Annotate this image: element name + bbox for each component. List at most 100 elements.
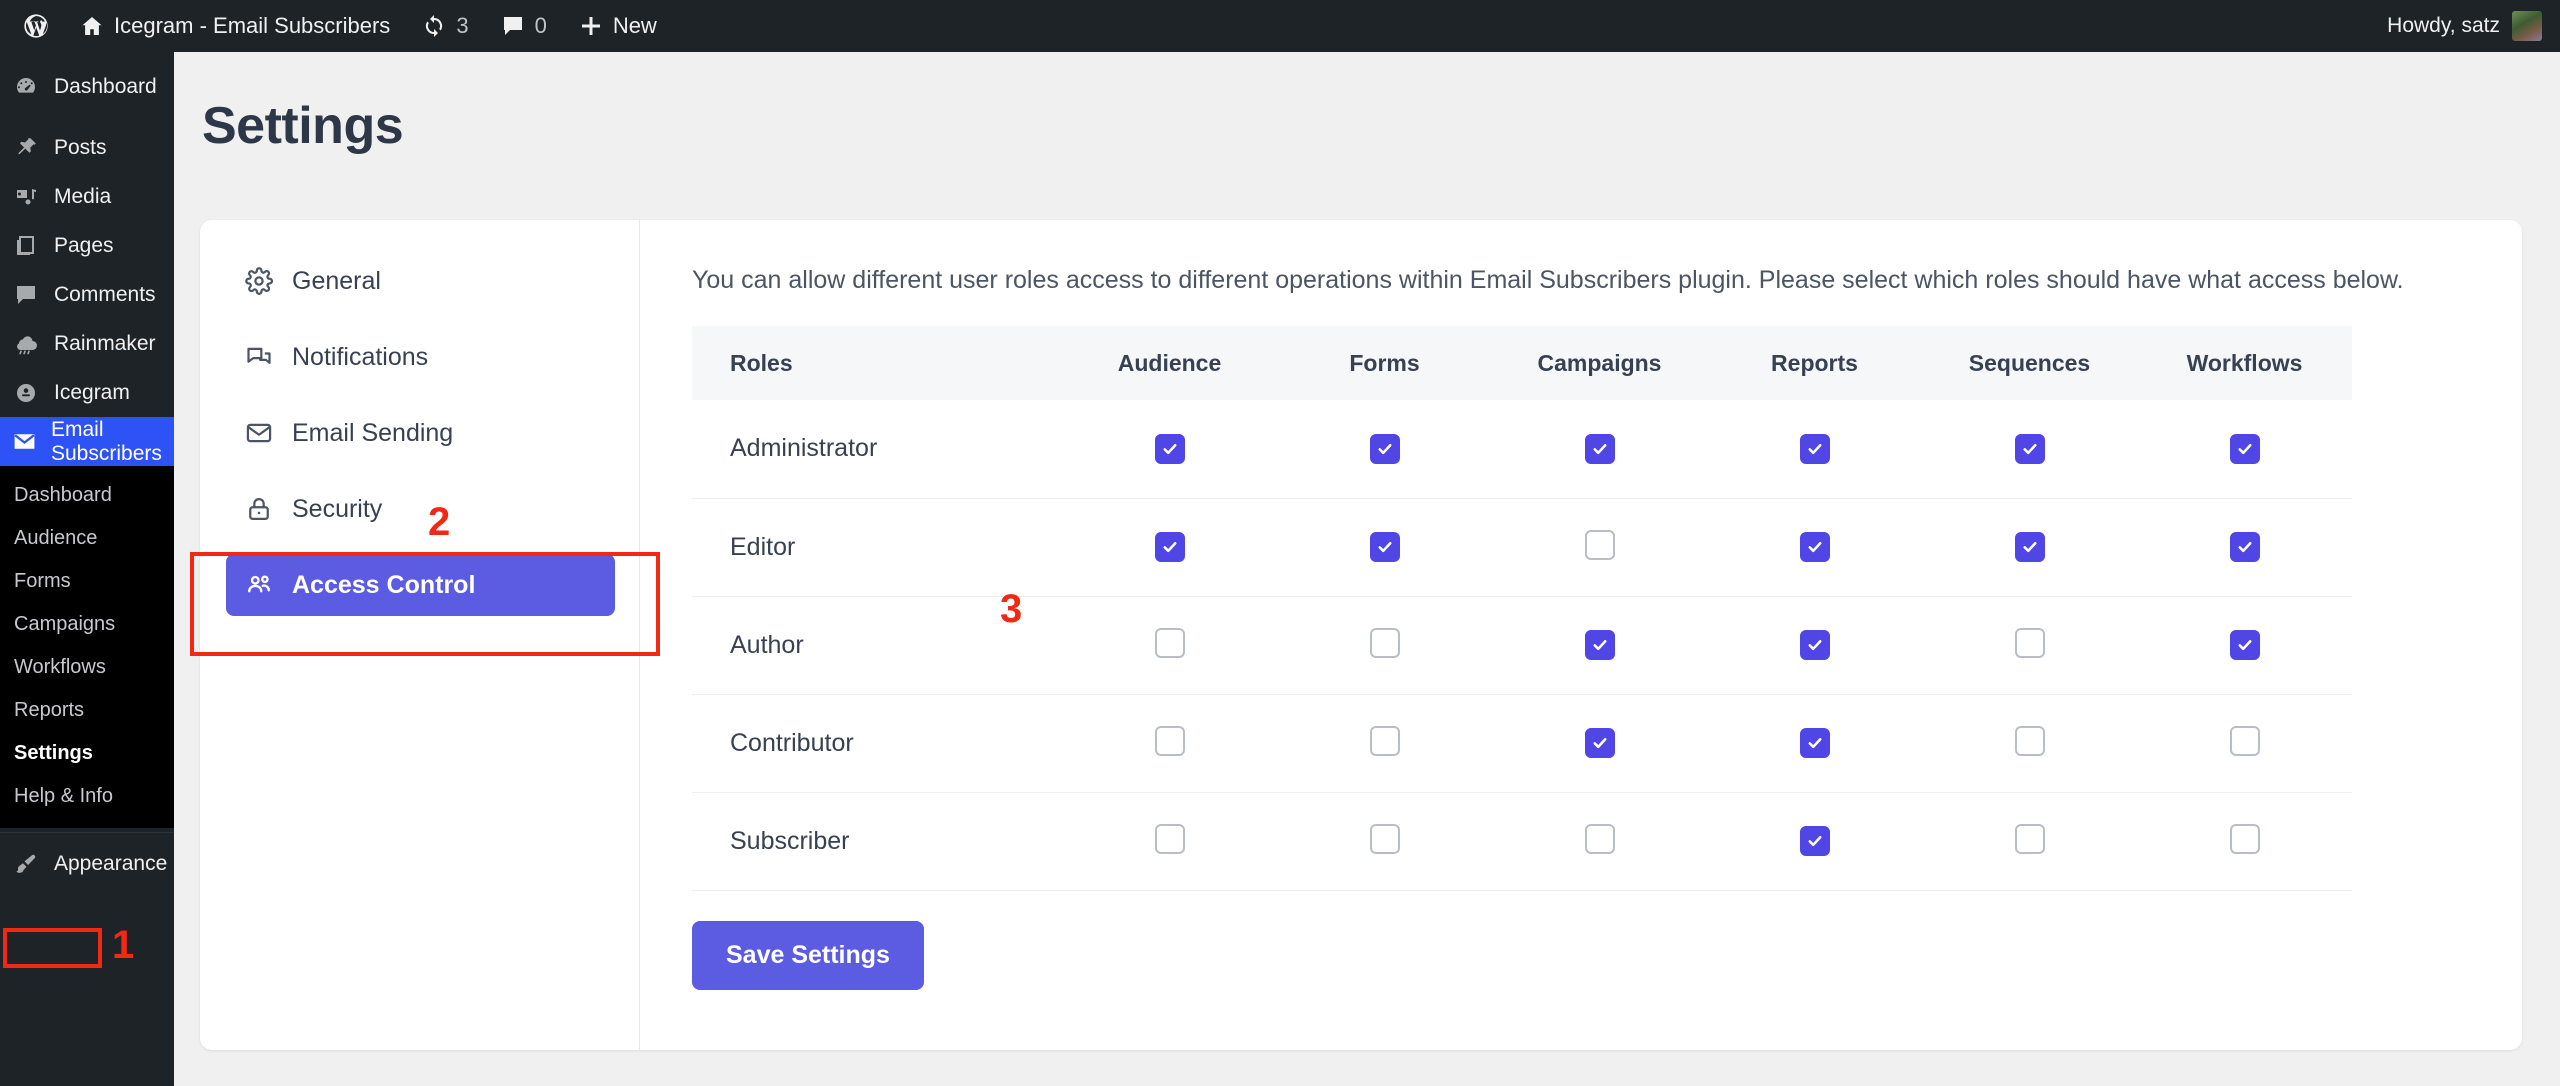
permission-checkbox[interactable] — [1154, 725, 1185, 756]
permission-cell[interactable] — [1707, 694, 1922, 793]
permission-checkbox[interactable] — [1584, 433, 1615, 464]
permission-cell[interactable] — [1277, 400, 1492, 499]
permission-cell[interactable] — [1707, 498, 1922, 597]
permission-cell[interactable] — [1922, 694, 2137, 793]
table-row: Editor — [692, 498, 2352, 597]
permission-cell[interactable] — [1707, 596, 1922, 695]
permission-checkbox[interactable] — [1369, 627, 1400, 658]
settings-nav-item-access-control[interactable]: Access Control — [226, 554, 615, 616]
column-header-reports: Reports — [1707, 326, 1922, 400]
permission-cell[interactable] — [1062, 694, 1277, 793]
settings-nav-item-email-sending[interactable]: Email Sending — [226, 402, 615, 464]
permission-checkbox[interactable] — [1584, 823, 1615, 854]
permission-cell[interactable] — [1492, 694, 1707, 793]
permission-cell[interactable] — [1492, 498, 1707, 597]
sidebar-item-icegram[interactable]: Icegram — [0, 368, 174, 417]
comments-button[interactable]: 0 — [485, 0, 563, 52]
permission-checkbox[interactable] — [2229, 630, 2260, 660]
sidebar-item-rainmaker[interactable]: Rainmaker — [0, 319, 174, 368]
new-content-label: New — [612, 13, 657, 38]
permission-checkbox[interactable] — [2014, 823, 2045, 854]
permission-cell[interactable] — [1062, 792, 1277, 891]
account-menu[interactable]: Howdy, satz — [2387, 0, 2542, 52]
permission-checkbox[interactable] — [2014, 532, 2045, 562]
permission-cell[interactable] — [1922, 400, 2137, 499]
access-control-description: You can allow different user roles acces… — [692, 266, 2404, 294]
permission-checkbox[interactable] — [2229, 433, 2260, 464]
permission-cell[interactable] — [2137, 498, 2352, 597]
permission-cell[interactable] — [1492, 596, 1707, 695]
permission-cell[interactable] — [1277, 498, 1492, 597]
permission-checkbox[interactable] — [1369, 823, 1400, 854]
permission-checkbox[interactable] — [1154, 532, 1185, 562]
updates-button[interactable]: 3 — [406, 0, 484, 52]
permission-checkbox[interactable] — [2014, 725, 2045, 756]
permission-checkbox[interactable] — [2014, 627, 2045, 658]
settings-panel: General Notifications Email Sending Secu… — [190, 220, 2522, 1050]
permission-cell[interactable] — [1277, 694, 1492, 793]
permission-checkbox[interactable] — [1154, 627, 1185, 658]
new-content-button[interactable]: New — [563, 0, 673, 52]
settings-nav-item-general[interactable]: General — [226, 250, 615, 312]
permission-cell[interactable] — [1922, 792, 2137, 891]
permission-checkbox[interactable] — [1154, 823, 1185, 854]
settings-nav-item-notifications[interactable]: Notifications — [226, 326, 615, 388]
submenu-item-help-info[interactable]: Help & Info — [0, 775, 174, 818]
permission-cell[interactable] — [2137, 400, 2352, 499]
comments-count: 0 — [534, 13, 547, 38]
sidebar-item-appearance[interactable]: Appearance — [0, 839, 174, 888]
settings-nav-item-security[interactable]: Security — [226, 478, 615, 540]
permission-checkbox[interactable] — [1584, 529, 1615, 560]
permission-checkbox[interactable] — [1369, 433, 1400, 464]
submenu-item-workflows[interactable]: Workflows — [0, 646, 174, 689]
permission-cell[interactable] — [1922, 596, 2137, 695]
save-settings-button[interactable]: Save Settings — [692, 920, 924, 990]
gear-icon — [244, 267, 274, 295]
permission-cell[interactable] — [1707, 400, 1922, 499]
permission-cell[interactable] — [1277, 792, 1492, 891]
submenu-item-dashboard[interactable]: Dashboard — [0, 474, 174, 517]
sidebar-item-media[interactable]: Media — [0, 172, 174, 221]
howdy-label: Howdy, satz — [2387, 14, 2500, 37]
permission-checkbox[interactable] — [1799, 532, 1830, 562]
site-name-button[interactable]: Icegram - Email Subscribers — [64, 0, 406, 52]
permission-cell[interactable] — [1062, 498, 1277, 597]
permission-cell[interactable] — [1492, 792, 1707, 891]
permission-checkbox[interactable] — [1584, 728, 1615, 758]
permission-checkbox[interactable] — [2229, 823, 2260, 854]
submenu-item-campaigns[interactable]: Campaigns — [0, 603, 174, 646]
submenu-item-audience[interactable]: Audience — [0, 517, 174, 560]
permission-cell[interactable] — [1707, 792, 1922, 891]
sidebar-item-pages[interactable]: Pages — [0, 221, 174, 270]
permission-checkbox[interactable] — [1799, 433, 1830, 464]
permission-cell[interactable] — [1277, 596, 1492, 695]
admin-sidebar: Dashboard Posts Media Pages Comments Rai… — [0, 52, 174, 1086]
submenu-item-settings[interactable]: Settings — [0, 732, 174, 775]
permission-checkbox[interactable] — [2229, 725, 2260, 756]
submenu-item-forms[interactable]: Forms — [0, 560, 174, 603]
permission-cell[interactable] — [1062, 400, 1277, 499]
permission-checkbox[interactable] — [1799, 630, 1830, 660]
permission-checkbox[interactable] — [2229, 532, 2260, 562]
sidebar-item-comments[interactable]: Comments — [0, 270, 174, 319]
wp-logo-button[interactable] — [0, 0, 64, 52]
permission-cell[interactable] — [2137, 792, 2352, 891]
permission-cell[interactable] — [1922, 498, 2137, 597]
permission-checkbox[interactable] — [2014, 433, 2045, 464]
permission-cell[interactable] — [1492, 400, 1707, 499]
comment-bubble-icon — [501, 14, 525, 38]
sidebar-item-email-subscribers[interactable]: Email Subscribers — [0, 417, 174, 466]
permission-checkbox[interactable] — [1369, 725, 1400, 756]
permission-checkbox[interactable] — [1584, 630, 1615, 660]
submenu-item-reports[interactable]: Reports — [0, 689, 174, 732]
user-circle-icon — [12, 381, 40, 405]
permission-checkbox[interactable] — [1369, 532, 1400, 562]
permission-checkbox[interactable] — [1154, 433, 1185, 464]
sidebar-item-posts[interactable]: Posts — [0, 123, 174, 172]
permission-cell[interactable] — [2137, 596, 2352, 695]
permission-cell[interactable] — [2137, 694, 2352, 793]
permission-cell[interactable] — [1062, 596, 1277, 695]
permission-checkbox[interactable] — [1799, 826, 1830, 856]
sidebar-item-dashboard[interactable]: Dashboard — [0, 62, 174, 111]
permission-checkbox[interactable] — [1799, 728, 1830, 758]
